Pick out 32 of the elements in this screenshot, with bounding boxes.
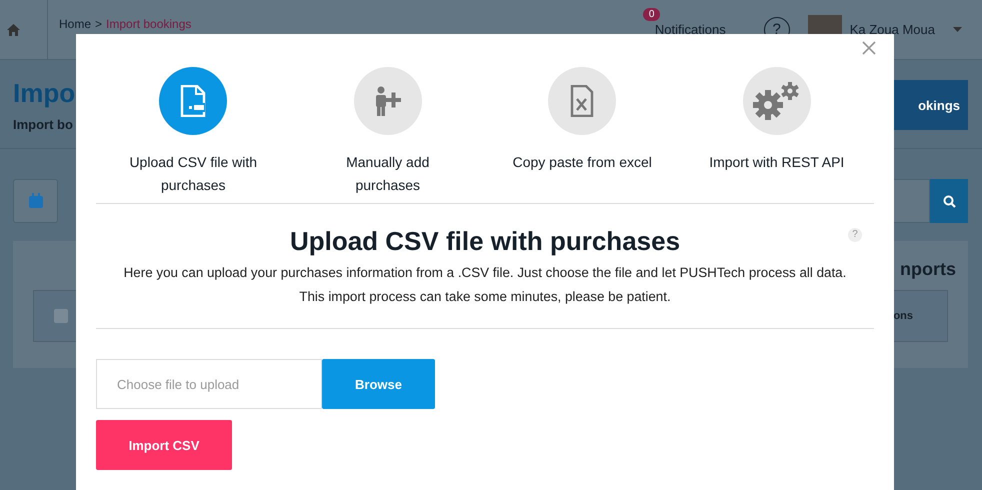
description-text: This import process can take some minutes, please be patient. — [298, 288, 672, 306]
spreadsheet-file-icon — [570, 85, 594, 117]
caret-icon[interactable] — [953, 27, 962, 32]
page-subtitle: Import bo — [13, 117, 74, 132]
card-title: nports — [900, 259, 956, 280]
dialog-heading: Upload CSV file with purchases — [290, 226, 680, 257]
gears-icon — [752, 81, 802, 121]
search-button[interactable] — [930, 179, 968, 223]
checkbox[interactable] — [54, 309, 68, 323]
breadcrumb-current: Import bookings — [106, 16, 192, 30]
csv-file-icon — [180, 85, 206, 117]
search-icon — [942, 194, 956, 208]
home-icon — [7, 24, 20, 36]
breadcrumb-separator: > — [95, 16, 102, 30]
import-csv-button[interactable]: Import CSV — [96, 420, 232, 470]
description-text: Here you can upload your purchases information from a .CSV file. Just choose the file and let PUSHTech process all data. — [122, 264, 848, 282]
import-method-label: Manually add purchases — [345, 153, 430, 195]
import-method-label: Import with REST API — [708, 153, 846, 172]
user-name[interactable]: Ka Zoua Moua — [850, 22, 935, 37]
notification-badge: 0 — [642, 8, 660, 21]
notifications-link[interactable]: Notifications — [654, 22, 726, 37]
calendar-icon — [28, 193, 44, 209]
page-title: Impo — [13, 78, 76, 109]
browse-button[interactable]: Browse — [322, 359, 435, 409]
import-method-label: Copy paste from excel — [512, 153, 652, 172]
help-icon[interactable]: ? — [848, 228, 862, 242]
import-method-label: Upload CSV file with purchases — [128, 153, 258, 195]
close-icon[interactable] — [862, 41, 876, 55]
column-header: ons — [893, 310, 913, 322]
breadcrumb-link[interactable]: Home — [59, 16, 92, 30]
person-plus-icon — [374, 86, 402, 116]
file-input-field[interactable]: Choose file to upload — [96, 359, 322, 409]
